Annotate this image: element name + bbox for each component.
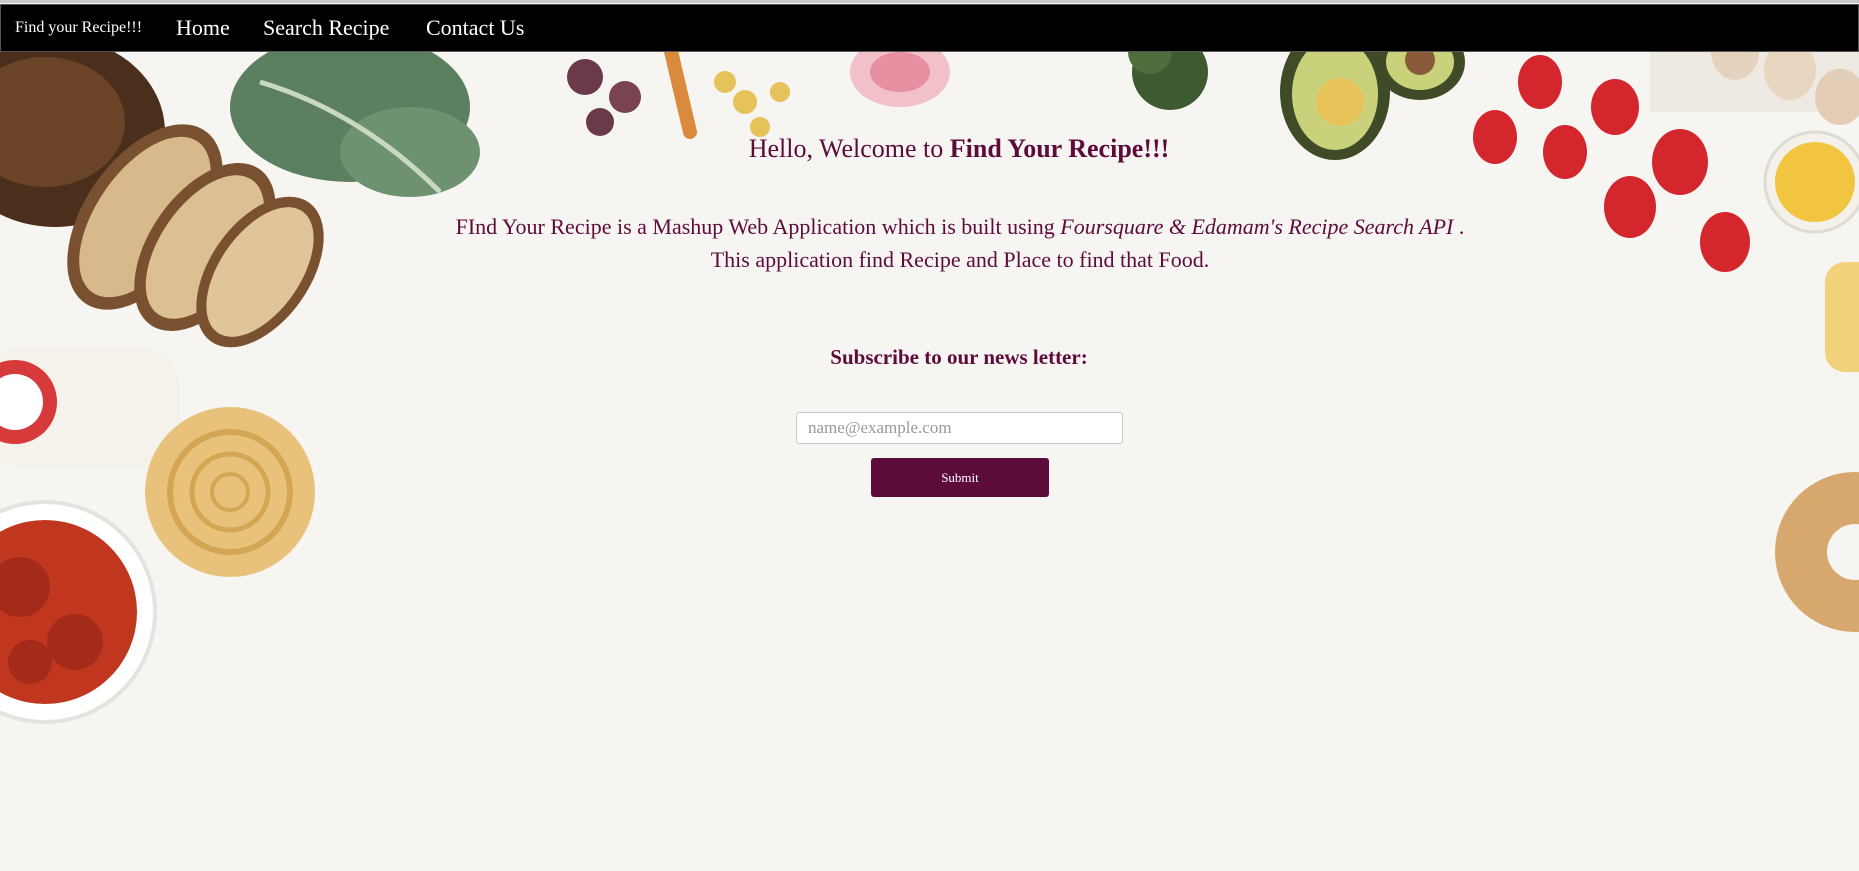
nav-home-link[interactable]: Home — [176, 15, 230, 41]
newsletter-title: Subscribe to our news letter: — [830, 345, 1088, 369]
welcome-prefix: Hello, Welcome to — [748, 134, 950, 163]
newsletter-email-input[interactable] — [796, 412, 1123, 444]
brand-link[interactable]: Find your Recipe!!! — [15, 19, 142, 37]
welcome-heading: Hello, Welcome to Find Your Recipe!!! — [0, 134, 1859, 164]
nav-contact-us-link[interactable]: Contact Us — [426, 15, 524, 41]
navbar: Find your Recipe!!! Home Search Recipe C… — [0, 4, 1859, 52]
nav-search-recipe-link[interactable]: Search Recipe — [263, 15, 389, 41]
main-content: Hello, Welcome to Find Your Recipe!!! FI… — [0, 52, 1859, 871]
app-description: FInd Your Recipe is a Mashup Web Applica… — [455, 210, 1465, 276]
welcome-app-name: Find Your Recipe!!! — [949, 134, 1170, 163]
description-api-names: Foursquare & Edamam's Recipe Search API — [1060, 214, 1454, 239]
description-prefix: FInd Your Recipe is a Mashup Web Applica… — [455, 214, 1061, 239]
browser-top-border — [0, 0, 1859, 3]
newsletter-submit-button[interactable]: Submit — [871, 458, 1049, 497]
